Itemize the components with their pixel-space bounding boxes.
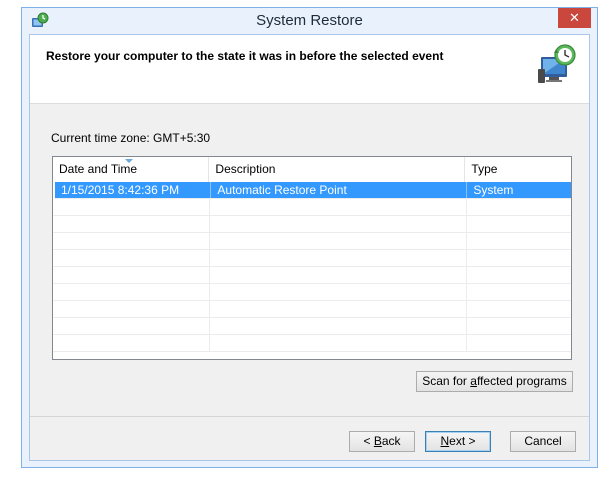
restore-point-list[interactable]: Date and Time Description Type 1/15/2015… <box>52 156 572 360</box>
next-label-post: ext > <box>449 434 476 448</box>
column-header-description[interactable]: Description <box>209 157 466 182</box>
empty-row <box>53 284 571 301</box>
button-bar <box>30 417 589 460</box>
empty-row <box>53 233 571 250</box>
scan-label-pre: Scan for <box>422 374 471 388</box>
row-type: System <box>473 183 514 197</box>
empty-row <box>53 216 571 233</box>
table-row[interactable]: 1/15/2015 8:42:36 PM Automatic Restore P… <box>55 182 571 199</box>
next-button[interactable]: Next > <box>425 431 491 452</box>
empty-row <box>53 318 571 335</box>
close-icon: ✕ <box>569 10 580 25</box>
empty-row <box>53 199 571 216</box>
system-restore-icon <box>538 44 576 83</box>
system-restore-window: System Restore ✕ Restore your computer t… <box>21 7 598 468</box>
cancel-label: Cancel <box>524 434 562 448</box>
back-button[interactable]: < Back <box>349 431 415 452</box>
column-header-type-label: Type <box>471 162 498 176</box>
back-label-pre: < <box>363 434 374 448</box>
cancel-button[interactable]: Cancel <box>510 431 576 452</box>
column-header-date[interactable]: Date and Time <box>53 157 210 182</box>
row-description: Automatic Restore Point <box>211 182 468 198</box>
wizard-client-area: Restore your computer to the state it wa… <box>29 34 590 461</box>
scan-label-post: ffected programs <box>476 374 567 388</box>
title-bar[interactable]: System Restore ✕ <box>22 8 597 34</box>
empty-row <box>53 267 571 284</box>
column-header-date-label: Date and Time <box>59 162 138 176</box>
column-header-description-label: Description <box>215 162 276 176</box>
timezone-label: Current time zone: GMT+5:30 <box>51 131 211 145</box>
back-label-post: ack <box>381 434 401 448</box>
sort-descending-icon <box>125 159 133 163</box>
close-button[interactable]: ✕ <box>558 8 591 28</box>
next-access-key: N <box>440 434 450 448</box>
list-header: Date and Time Description Type <box>53 157 571 182</box>
empty-row <box>53 250 571 267</box>
row-date: 1/15/2015 8:42:36 PM <box>55 182 212 198</box>
column-header-type[interactable]: Type <box>465 157 571 182</box>
scan-access-key: a <box>470 374 477 388</box>
wizard-header: Restore your computer to the state it wa… <box>30 35 589 104</box>
back-access-key: B <box>373 434 382 448</box>
window-title: System Restore <box>256 12 363 29</box>
empty-row <box>53 301 571 318</box>
scan-affected-programs-button[interactable]: Scan for affected programs <box>416 371 573 392</box>
page-heading: Restore your computer to the state it wa… <box>46 49 444 63</box>
list-rows: 1/15/2015 8:42:36 PM Automatic Restore P… <box>53 182 571 352</box>
empty-row <box>53 335 571 352</box>
